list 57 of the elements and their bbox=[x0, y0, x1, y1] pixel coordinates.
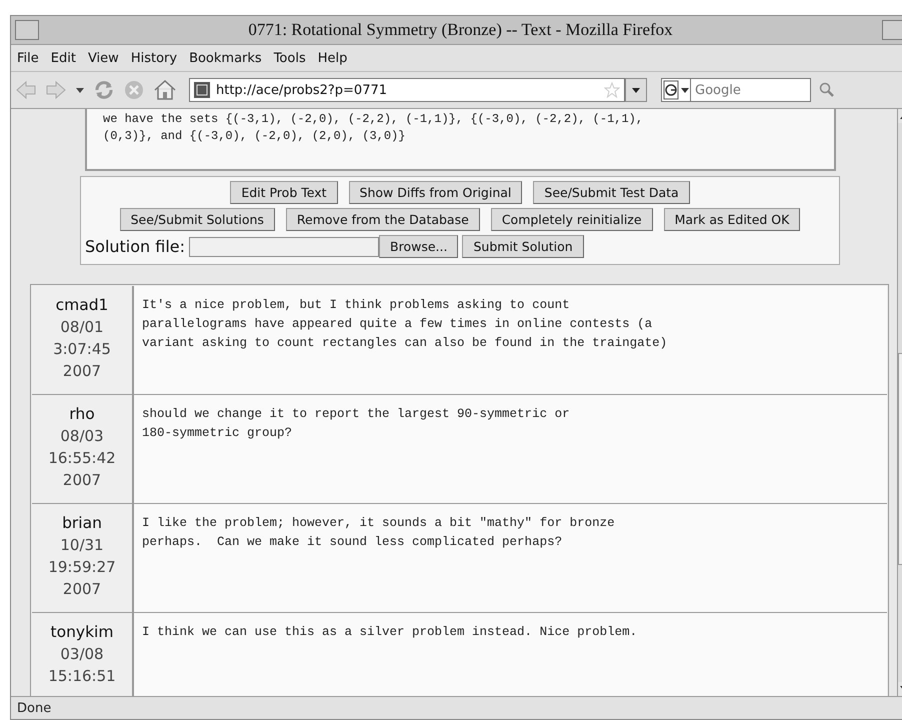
action-button[interactable]: Show Diffs from Original bbox=[348, 181, 522, 204]
forward-icon[interactable] bbox=[45, 79, 67, 101]
comment-text: It's a nice problem, but I think problems asking to count parallelograms have appeared quite a few times in online contests (a variant asking to count rectangles can also be found in the traingate) bbox=[142, 297, 668, 352]
menu-item[interactable]: Edit bbox=[50, 50, 76, 66]
author-name: brian bbox=[62, 513, 102, 534]
menu-item[interactable]: Help bbox=[318, 50, 348, 66]
comment-timestamp: 19:59:27 bbox=[48, 557, 116, 578]
menu-item[interactable]: File bbox=[17, 50, 39, 66]
comment-timestamp: 08/01 bbox=[60, 317, 104, 338]
author-name: rho bbox=[69, 404, 95, 425]
back-icon[interactable] bbox=[15, 79, 37, 101]
comment-timestamp: 16:55:42 bbox=[48, 448, 116, 469]
comment-timestamp: 2007 bbox=[62, 361, 102, 382]
menu-item[interactable]: View bbox=[88, 50, 119, 66]
submit-solution-button[interactable]: Submit Solution bbox=[462, 235, 584, 258]
comment-timestamp: 10/31 bbox=[60, 535, 104, 556]
dropdown-icon[interactable] bbox=[75, 85, 85, 95]
comment-text: I like the problem; however, it sounds a bit "mathy" for bronze perhaps. Can we make it sound less complicated perhaps? bbox=[142, 515, 616, 551]
star-icon[interactable] bbox=[604, 82, 620, 98]
action-button[interactable]: Remove from the Database bbox=[286, 208, 480, 231]
author-name: tonykim bbox=[50, 622, 114, 643]
maximize-button[interactable] bbox=[882, 20, 902, 40]
comment-timestamp: 03/08 bbox=[60, 644, 104, 665]
status-text: Done bbox=[17, 700, 52, 716]
action-button[interactable]: See/Submit Test Data bbox=[533, 181, 690, 204]
browse-button[interactable]: Browse... bbox=[379, 235, 458, 258]
comment-timestamp: 15:16:51 bbox=[48, 666, 116, 687]
caret-icon bbox=[631, 85, 641, 95]
search-engine-icon[interactable] bbox=[661, 78, 691, 102]
window-title: 0771: Rotational Symmetry (Bronze) -- Text - Mozilla Firefox bbox=[247, 20, 674, 40]
action-button[interactable]: Completely reinitialize bbox=[490, 208, 653, 231]
site-icon bbox=[194, 82, 210, 98]
solution-file-label: Solution file: bbox=[85, 237, 186, 256]
search-icon[interactable] bbox=[819, 82, 835, 98]
reload-icon[interactable] bbox=[93, 79, 115, 101]
home-icon[interactable] bbox=[153, 79, 177, 101]
menu-item[interactable]: History bbox=[130, 50, 178, 66]
comment-timestamp: 08/03 bbox=[60, 426, 104, 447]
history-dropdown-button[interactable] bbox=[625, 78, 647, 102]
menu-item[interactable]: Bookmarks bbox=[189, 50, 262, 66]
file-path-field[interactable] bbox=[189, 236, 380, 256]
action-button[interactable]: Edit Prob Text bbox=[230, 181, 338, 204]
comment-timestamp: 3:07:45 bbox=[53, 339, 111, 360]
action-button[interactable]: See/Submit Solutions bbox=[120, 208, 275, 231]
comment-text: should we change it to report the largest 90-symmetric or 180-symmetric group? bbox=[142, 406, 571, 442]
comment-timestamp: 2007 bbox=[62, 470, 102, 491]
search-field[interactable]: Google bbox=[691, 78, 811, 102]
problem-text-line: we have the sets {(-3,1), (-2,0), (-2,2), (-1,1)}, {(-3,0), (-2,2), (-1,1), bbox=[103, 111, 644, 128]
author-name: cmad1 bbox=[56, 295, 108, 316]
menu-item[interactable]: Tools bbox=[274, 50, 306, 66]
comment-timestamp: 2007 bbox=[62, 579, 102, 600]
window-menu-button[interactable] bbox=[15, 20, 39, 40]
stop-icon[interactable] bbox=[123, 79, 145, 101]
address-field[interactable]: http://ace/probs2?p=0771 bbox=[189, 78, 625, 102]
problem-text-line: (0,3)}, and {(-3,0), (-2,0), (2,0), (3,0)} bbox=[103, 128, 406, 145]
comment-text: I think we can use this as a silver problem instead. Nice problem. bbox=[142, 624, 638, 641]
action-button[interactable]: Mark as Edited OK bbox=[664, 208, 800, 231]
